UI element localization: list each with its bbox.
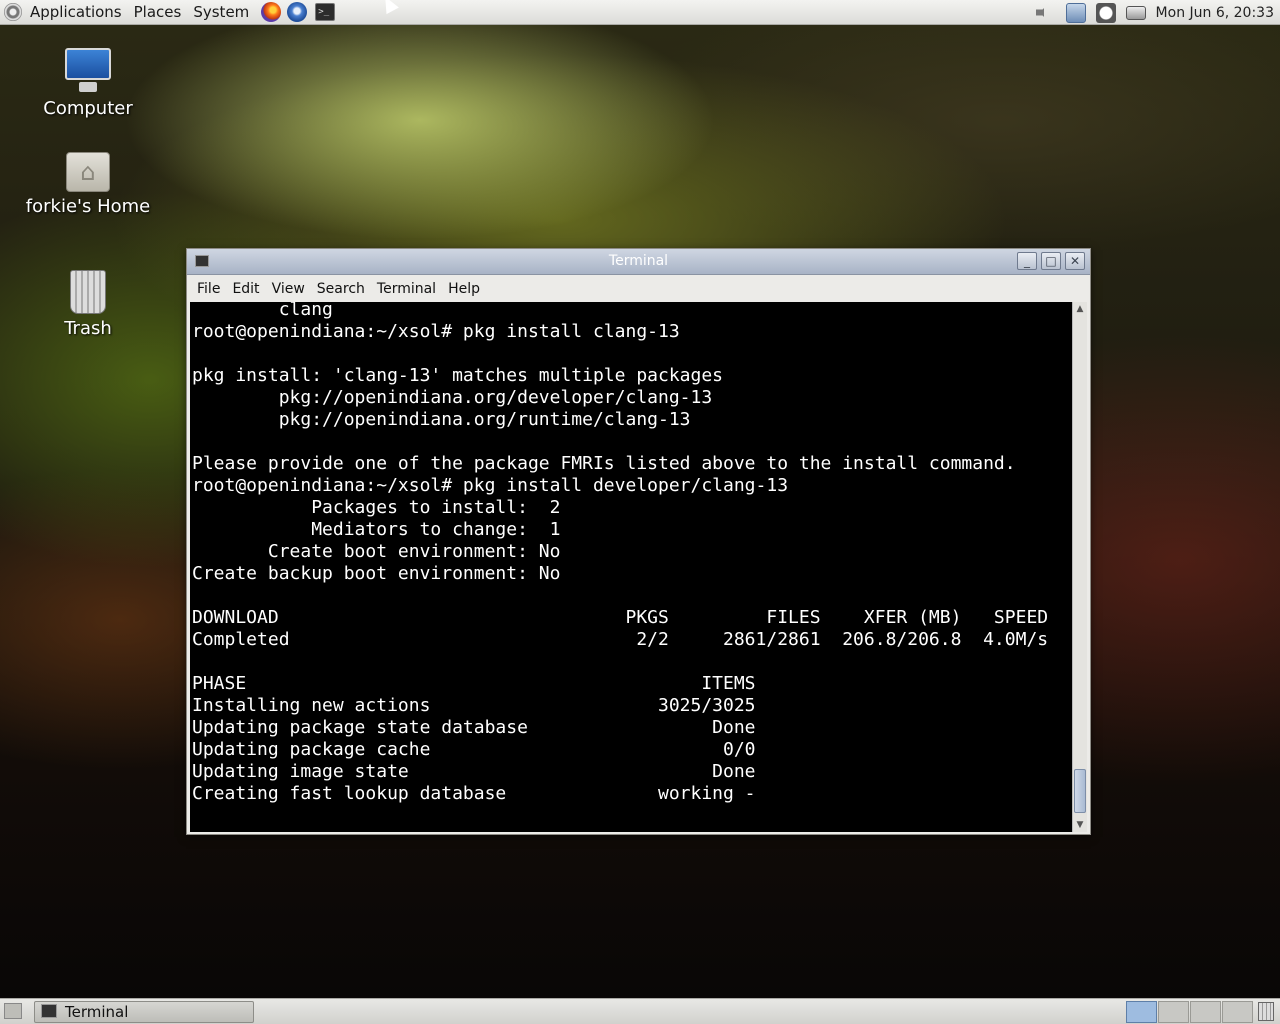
menu-help[interactable]: Help [442, 281, 486, 297]
system-menu[interactable]: System [187, 0, 255, 25]
close-button[interactable]: ✕ [1065, 252, 1085, 270]
desktop-icon-home[interactable]: ⌂ forkie's Home [8, 152, 168, 217]
update-manager-icon[interactable] [1125, 5, 1146, 20]
places-menu[interactable]: Places [128, 0, 188, 25]
workspace-3[interactable] [1190, 1001, 1221, 1023]
taskbar-terminal-label: Terminal [65, 1003, 129, 1021]
minimize-button[interactable]: _ [1017, 252, 1037, 270]
menu-search[interactable]: Search [311, 281, 371, 297]
applications-menu[interactable]: Applications [24, 0, 128, 25]
terminal-launcher-icon[interactable]: >_ [315, 3, 336, 21]
computer-icon [65, 48, 111, 94]
menu-view[interactable]: View [266, 281, 311, 297]
menu-edit[interactable]: Edit [226, 281, 265, 297]
desktop-icon-computer[interactable]: Computer [8, 48, 168, 119]
terminal-task-icon [41, 1004, 57, 1018]
terminal-scrollbar[interactable]: ▲ ▼ [1072, 302, 1087, 832]
terminal-window: Terminal _ □ ✕ File Edit View Search Ter… [186, 248, 1091, 835]
home-folder-icon: ⌂ [66, 152, 110, 192]
workspace-4[interactable] [1222, 1001, 1253, 1023]
top-panel-menus: Applications Places System >_ [0, 0, 336, 25]
desktop-icon-label: Computer [43, 98, 133, 119]
window-title: Terminal [608, 253, 669, 269]
window-menubar: File Edit View Search Terminal Help [187, 275, 1090, 302]
menu-file[interactable]: File [191, 281, 226, 297]
desktop-icon-label: forkie's Home [25, 196, 151, 217]
taskbar-terminal-button[interactable]: Terminal [34, 1001, 254, 1023]
desktop-icon-trash[interactable]: Trash [8, 270, 168, 339]
maximize-button[interactable]: □ [1041, 252, 1061, 270]
desktop-icon-label: Trash [64, 318, 112, 339]
firefox-launcher-icon[interactable] [261, 2, 282, 22]
workspace-2[interactable] [1158, 1001, 1189, 1023]
clock[interactable]: Mon Jun 6, 20:33 [1156, 5, 1274, 21]
scroll-up-icon[interactable]: ▲ [1073, 302, 1087, 316]
openindiana-logo-icon[interactable] [4, 3, 22, 21]
workspace-1[interactable] [1126, 1001, 1157, 1023]
thunderbird-launcher-icon[interactable] [287, 2, 308, 22]
panel-trash-icon[interactable] [1258, 1002, 1274, 1021]
top-panel: Applications Places System >_ Mon Jun 6,… [0, 0, 1280, 25]
network-icon[interactable] [1065, 2, 1086, 23]
window-titlebar[interactable]: Terminal _ □ ✕ [187, 249, 1090, 275]
terminal-output: clang root@openindiana:~/xsol# pkg insta… [192, 302, 1049, 804]
system-tray: Mon Jun 6, 20:33 [1035, 0, 1280, 25]
scroll-down-icon[interactable]: ▼ [1073, 818, 1087, 832]
show-desktop-icon[interactable] [4, 1003, 22, 1019]
scrollbar-thumb[interactable] [1074, 769, 1086, 813]
time-slider-icon[interactable] [1095, 2, 1116, 23]
trash-icon [70, 270, 106, 314]
volume-icon[interactable] [1035, 2, 1050, 23]
terminal-output-area[interactable]: clang root@openindiana:~/xsol# pkg insta… [190, 302, 1072, 832]
bottom-panel: Terminal [0, 998, 1280, 1024]
menu-terminal[interactable]: Terminal [371, 281, 442, 297]
